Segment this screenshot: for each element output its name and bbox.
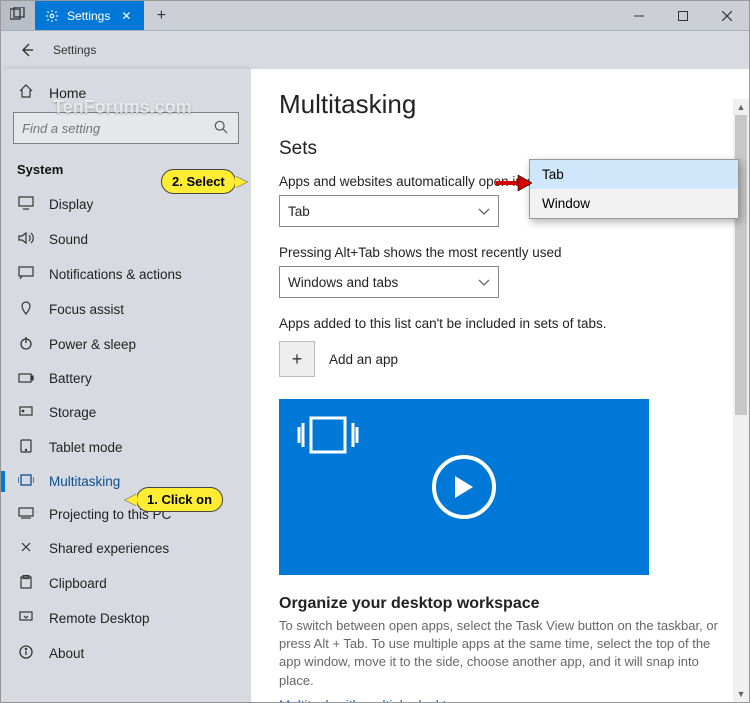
projecting-icon: [17, 507, 35, 522]
dropdown-option-tab[interactable]: Tab: [530, 160, 738, 189]
search-input-wrap[interactable]: [13, 112, 239, 144]
chevron-down-icon: [478, 275, 490, 290]
taskview-icon: [10, 7, 26, 24]
focus-assist-icon: [17, 301, 35, 318]
sidebar-item-label: Remote Desktop: [49, 611, 150, 626]
plus-icon: +: [292, 349, 303, 370]
sidebar-item-clipboard[interactable]: Clipboard: [13, 566, 239, 601]
annotation-arrow: [496, 173, 532, 198]
newtab-button[interactable]: +: [144, 1, 178, 30]
taskview-tab[interactable]: [1, 1, 35, 30]
gear-icon: [45, 9, 59, 23]
sidebar-item-label: Shared experiences: [49, 541, 169, 556]
maximize-button[interactable]: [661, 1, 705, 30]
shared-icon: [17, 540, 35, 557]
annotation-step2: 2. Select: [161, 169, 236, 194]
sidebar-item-storage[interactable]: Storage: [13, 395, 239, 430]
sidebar-item-label: Sound: [49, 232, 88, 247]
add-app-button[interactable]: +: [279, 341, 315, 377]
sidebar-item-shared[interactable]: Shared experiences: [13, 531, 239, 566]
sidebar-item-focus-assist[interactable]: Focus assist: [13, 292, 239, 327]
sidebar-item-label: Multitasking: [49, 474, 120, 489]
field-alttab-label: Pressing Alt+Tab shows the most recently…: [279, 245, 721, 260]
annotation-step1: 1. Click on: [136, 487, 223, 512]
multitasking-icon: [17, 474, 35, 489]
section-organize-title: Organize your desktop workspace: [279, 595, 721, 613]
about-icon: [17, 645, 35, 662]
notifications-icon: [17, 266, 35, 283]
chevron-down-icon: [478, 204, 490, 219]
sidebar-item-label: Storage: [49, 405, 96, 420]
sidebar-item-label: Focus assist: [49, 302, 124, 317]
sidebar-item-power-sleep[interactable]: Power & sleep: [13, 327, 239, 362]
title-bar: Settings ✕ +: [1, 1, 749, 31]
sidebar-item-label: Tablet mode: [49, 440, 123, 455]
sound-icon: [17, 231, 35, 248]
arrow-left-icon: [19, 42, 35, 58]
section-sets-title: Sets: [279, 138, 721, 160]
sidebar: TenForums.com Home System Display Sound …: [1, 69, 251, 702]
sidebar-item-label: Battery: [49, 371, 92, 386]
sidebar-item-label: Notifications & actions: [49, 267, 182, 282]
tab-settings[interactable]: Settings ✕: [35, 1, 144, 30]
sidebar-item-battery[interactable]: Battery: [13, 362, 239, 395]
sidebar-item-label: Display: [49, 197, 93, 212]
sidebar-home[interactable]: Home: [13, 77, 239, 112]
page-title: Multitasking: [279, 89, 721, 120]
scroll-up-icon[interactable]: ▲: [733, 99, 749, 115]
back-button[interactable]: [17, 40, 37, 60]
remote-icon: [17, 610, 35, 627]
nav-title: Settings: [53, 43, 96, 57]
power-icon: [17, 336, 35, 353]
select-alttab[interactable]: Windows and tabs: [279, 266, 499, 298]
nav-bar: Settings: [1, 31, 749, 69]
scroll-down-icon[interactable]: ▼: [733, 686, 749, 702]
addapp-note: Apps added to this list can't be include…: [279, 316, 721, 331]
minimize-button[interactable]: [617, 1, 661, 30]
close-tab-icon[interactable]: ✕: [118, 9, 134, 23]
tab-label: Settings: [67, 9, 110, 23]
sidebar-item-notifications[interactable]: Notifications & actions: [13, 257, 239, 292]
select-value: Tab: [288, 204, 310, 219]
select-apps-open[interactable]: Tab: [279, 195, 499, 227]
sidebar-item-sound[interactable]: Sound: [13, 222, 239, 257]
search-icon: [214, 120, 230, 136]
tablet-icon: [17, 439, 35, 456]
dropdown-option-window[interactable]: Window: [530, 189, 738, 218]
play-button[interactable]: [432, 455, 496, 519]
video-preview[interactable]: [279, 399, 649, 575]
sidebar-item-about[interactable]: About: [13, 636, 239, 671]
storage-icon: [17, 404, 35, 421]
multitask-glyph-icon: [297, 413, 359, 460]
sidebar-item-label: Clipboard: [49, 576, 107, 591]
sidebar-home-label: Home: [49, 85, 86, 101]
sidebar-item-label: Power & sleep: [49, 337, 136, 352]
play-icon: [453, 474, 475, 500]
display-icon: [17, 196, 35, 213]
dropdown-popup: Tab Window: [529, 159, 739, 219]
sidebar-item-label: About: [49, 646, 84, 661]
add-app-label: Add an app: [329, 352, 398, 367]
close-window-button[interactable]: [705, 1, 749, 30]
clipboard-icon: [17, 575, 35, 592]
multitask-link[interactable]: Multitask with multiple desktops: [279, 698, 721, 702]
select-value: Windows and tabs: [288, 275, 398, 290]
section-organize-desc: To switch between open apps, select the …: [279, 617, 721, 690]
sidebar-item-remote-desktop[interactable]: Remote Desktop: [13, 601, 239, 636]
plus-icon: +: [157, 7, 166, 25]
search-input[interactable]: [22, 121, 214, 136]
sidebar-item-tablet-mode[interactable]: Tablet mode: [13, 430, 239, 465]
battery-icon: [17, 371, 35, 386]
home-icon: [17, 83, 35, 102]
